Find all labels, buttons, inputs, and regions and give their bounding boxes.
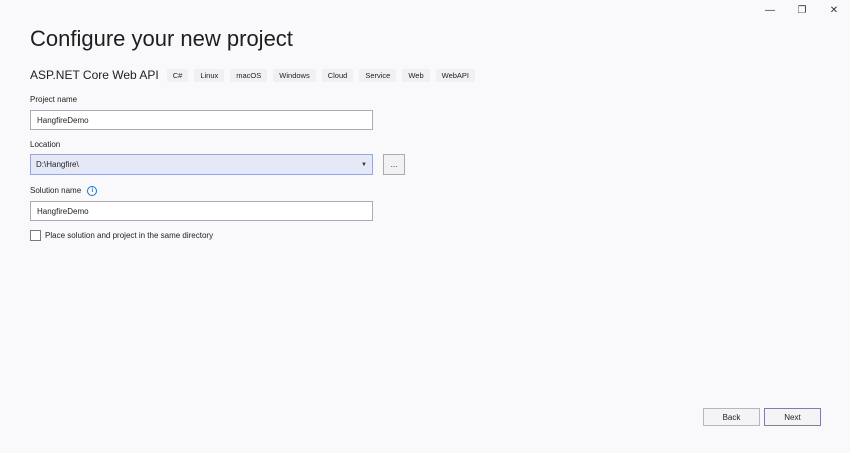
project-name-label: Project name: [30, 95, 78, 104]
tag-windows: Windows: [273, 68, 316, 82]
back-button[interactable]: Back: [703, 408, 760, 426]
location-dropdown[interactable]: D:\Hangfire\ ▼: [30, 154, 373, 175]
tag-webapi: WebAPI: [435, 68, 476, 82]
solution-name-label: Solution name: [30, 186, 82, 196]
solution-name-input[interactable]: [30, 201, 373, 221]
template-info: ASP.NET Core Web API C# Linux macOS Wind…: [30, 68, 481, 82]
template-name: ASP.NET Core Web API: [30, 68, 159, 82]
same-directory-checkbox[interactable]: [30, 230, 41, 241]
location-value: D:\Hangfire\: [36, 160, 79, 169]
info-icon[interactable]: i: [87, 186, 98, 196]
window-controls: — ❐ ✕: [754, 2, 850, 18]
project-name-input[interactable]: [30, 110, 373, 130]
tag-linux: Linux: [194, 68, 225, 82]
restore-button[interactable]: ❐: [786, 2, 818, 18]
location-label: Location: [30, 140, 61, 149]
tag-web: Web: [402, 68, 430, 82]
close-button[interactable]: ✕: [818, 2, 850, 18]
minimize-button[interactable]: —: [754, 2, 786, 18]
next-button[interactable]: Next: [764, 408, 821, 426]
browse-button[interactable]: ...: [383, 154, 405, 175]
chevron-down-icon: ▼: [361, 161, 367, 168]
same-directory-label: Place solution and project in the same d…: [45, 231, 214, 240]
page-title: Configure your new project: [30, 26, 293, 51]
tag-service: Service: [359, 68, 397, 82]
tag-macos: macOS: [230, 68, 268, 82]
tag-cloud: Cloud: [321, 68, 354, 82]
solution-name-label-row: Solution name i: [30, 186, 98, 196]
tag-csharp: C#: [166, 68, 189, 82]
same-directory-option[interactable]: Place solution and project in the same d…: [30, 230, 213, 241]
